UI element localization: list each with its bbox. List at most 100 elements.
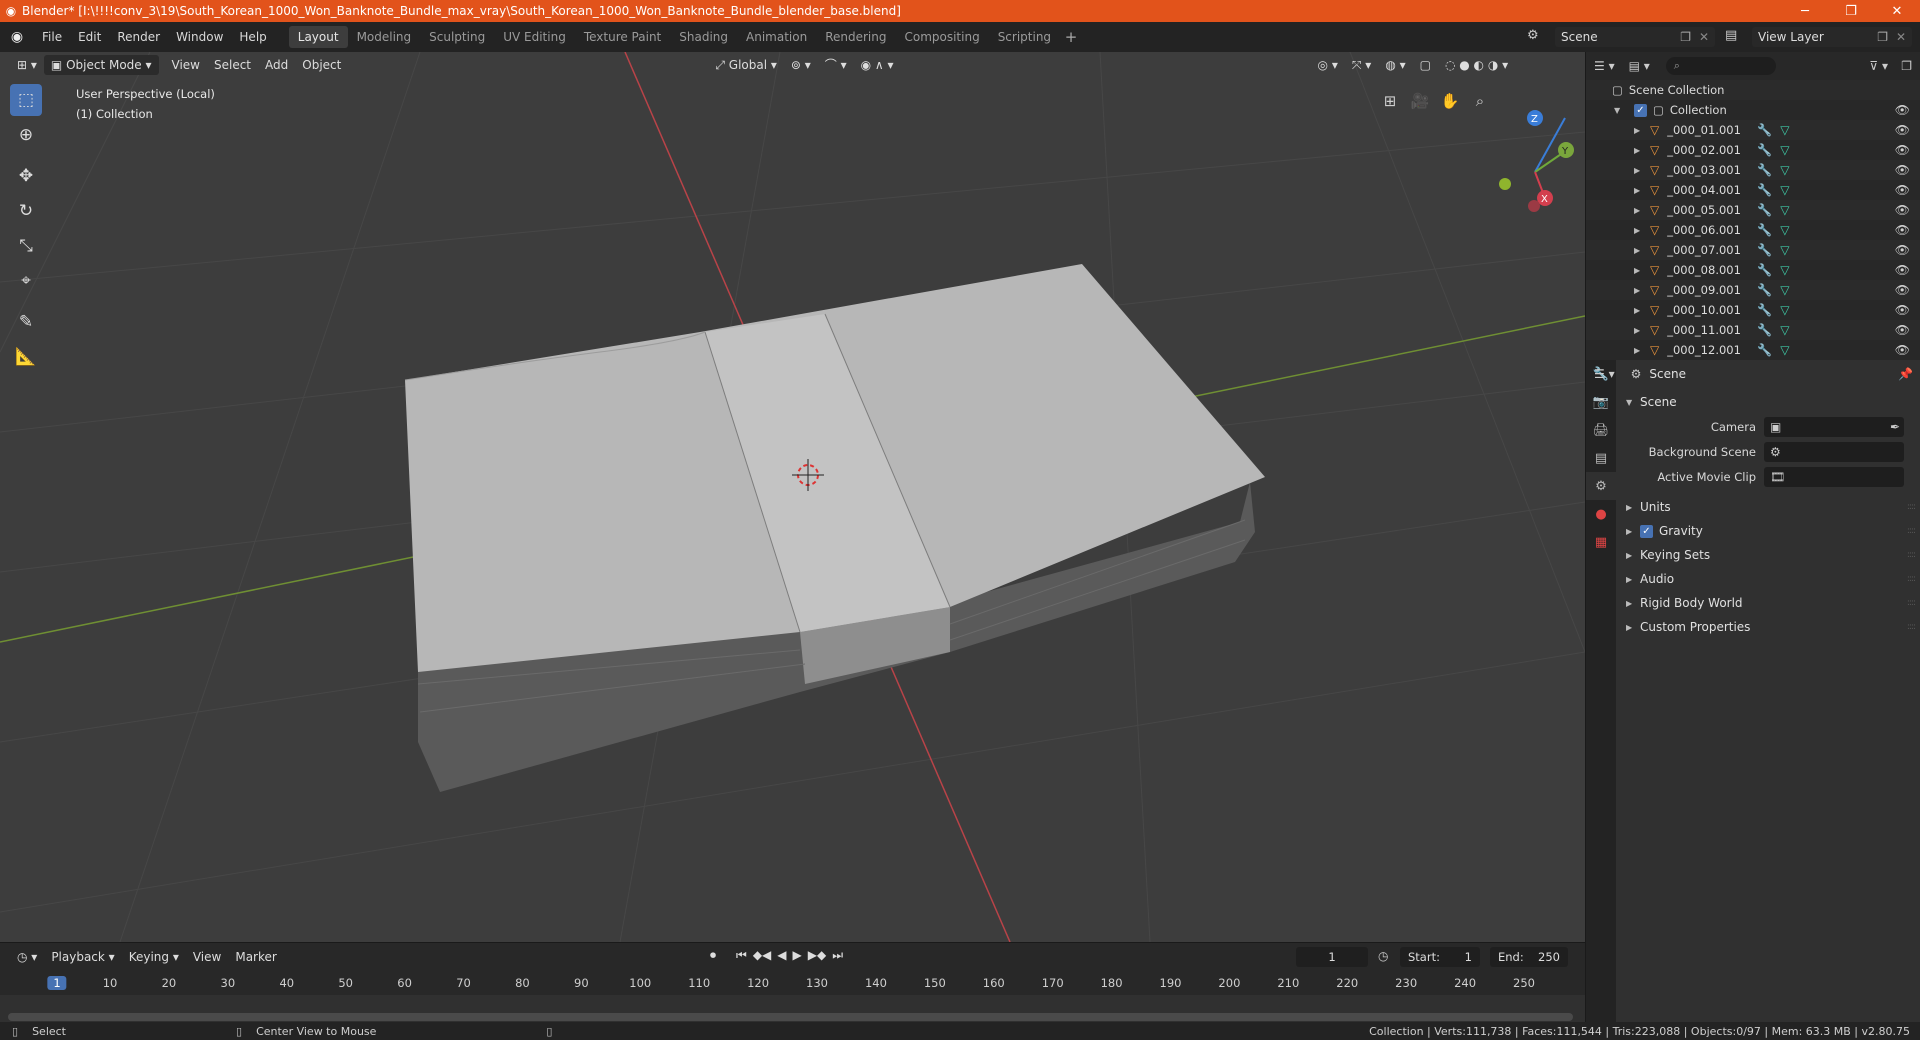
mesh-data-icon[interactable]: ▽ (1780, 163, 1789, 177)
keying-sets-panel-header[interactable]: ▶ Keying Sets:::: (1616, 543, 1920, 567)
scene-collection-row[interactable]: ▢ Scene Collection (1586, 80, 1920, 100)
outliner-object-row[interactable]: ▶ ▽ _000_04.001 🔧 ▽ 👁 (1586, 180, 1920, 200)
modifier-wrench-icon[interactable]: 🔧 (1757, 323, 1772, 337)
menu-window[interactable]: Window (168, 26, 231, 48)
modifier-wrench-icon[interactable]: 🔧 (1757, 343, 1772, 357)
orientation-selector[interactable]: ⤢ Global ▾ (708, 55, 784, 75)
rotate-tool-icon[interactable]: ↻ (10, 195, 42, 227)
play-icon[interactable]: ▶ (793, 948, 802, 963)
eyedropper-icon[interactable]: ✒ (1890, 420, 1900, 434)
remove-view-layer-icon[interactable]: ✕ (1896, 30, 1906, 44)
play-reverse-icon[interactable]: ◀ (777, 948, 786, 963)
current-frame-field[interactable]: 1 (1296, 947, 1368, 967)
outliner-object-row[interactable]: ▶ ▽ _000_02.001 🔧 ▽ 👁 (1586, 140, 1920, 160)
eye-icon[interactable]: 👁 (1895, 303, 1910, 317)
outliner-object-row[interactable]: ▶ ▽ _000_10.001 🔧 ▽ 👁 (1586, 300, 1920, 320)
menu-timeline-view[interactable]: View (186, 947, 228, 967)
mesh-data-icon[interactable]: ▽ (1780, 303, 1789, 317)
eye-icon[interactable]: 👁 (1895, 283, 1910, 297)
collection-checkbox[interactable]: ✓ (1634, 103, 1647, 117)
editor-type-icon[interactable]: ⊞ ▾ (10, 55, 44, 75)
outliner-object-row[interactable]: ▶ ▽ _000_01.001 🔧 ▽ 👁 (1586, 120, 1920, 140)
copy-scene-icon[interactable]: ❐ (1680, 30, 1691, 44)
eye-icon[interactable]: 👁 (1895, 103, 1910, 117)
mesh-data-icon[interactable]: ▽ (1780, 343, 1789, 357)
menu-marker[interactable]: Marker (228, 947, 283, 967)
tab-compositing[interactable]: Compositing (895, 26, 988, 48)
timeline-ruler[interactable]: 1 10 20 30 40 50 60 70 80 90 100 110 120 130 140 150 160… (0, 973, 1585, 995)
pin-icon[interactable]: 📌 (1898, 367, 1913, 381)
modifier-wrench-icon[interactable]: 🔧 (1757, 223, 1772, 237)
mesh-data-icon[interactable]: ▽ (1780, 143, 1789, 157)
outliner-object-row[interactable]: ▶ ▽ _000_05.001 🔧 ▽ 👁 (1586, 200, 1920, 220)
expand-arrow-icon[interactable]: ▶ (1634, 286, 1640, 295)
outliner-object-row[interactable]: ▶ ▽ _000_08.001 🔧 ▽ 👁 (1586, 260, 1920, 280)
outliner-object-row[interactable]: ▶ ▽ _000_11.001 🔧 ▽ 👁 (1586, 320, 1920, 340)
menu-help[interactable]: Help (231, 26, 274, 48)
tab-texture-paint[interactable]: Texture Paint (575, 26, 670, 48)
render-tab-icon[interactable]: 📷 (1586, 388, 1616, 416)
scale-tool-icon[interactable]: ⤡ (10, 230, 42, 262)
transform-tool-icon[interactable]: ⌖ (10, 265, 42, 297)
mesh-data-icon[interactable]: ▽ (1780, 263, 1789, 277)
xray-icon[interactable]: ▢ (1413, 55, 1438, 75)
eye-icon[interactable]: 👁 (1895, 223, 1910, 237)
modifier-wrench-icon[interactable]: 🔧 (1757, 123, 1772, 137)
outliner-object-row[interactable]: ▶ ▽ _000_09.001 🔧 ▽ 👁 (1586, 280, 1920, 300)
display-mode-icon[interactable]: ▤ ▾ (1629, 59, 1650, 73)
snap-icon[interactable]: ⌒ ▾ (818, 55, 854, 75)
copy-view-layer-icon[interactable]: ❐ (1877, 30, 1888, 44)
menu-keying[interactable]: Keying ▾ (122, 947, 186, 967)
move-tool-icon[interactable]: ✥ (10, 160, 42, 192)
menu-render[interactable]: Render (109, 26, 168, 48)
eye-icon[interactable]: 👁 (1895, 183, 1910, 197)
next-keyframe-icon[interactable]: ▶◆ (808, 948, 826, 963)
mesh-data-icon[interactable]: ▽ (1780, 243, 1789, 257)
properties-editor-icon[interactable]: ☰ ▾ (1594, 367, 1615, 381)
audio-panel-header[interactable]: ▶ Audio:::: (1616, 567, 1920, 591)
scene-selector-icon[interactable]: ⚙ (1527, 28, 1539, 43)
modifier-wrench-icon[interactable]: 🔧 (1757, 143, 1772, 157)
eye-icon[interactable]: 👁 (1895, 203, 1910, 217)
outliner-object-row[interactable]: ▶ ▽ _000_12.001 🔧 ▽ 👁 (1586, 340, 1920, 360)
outliner-editor-icon[interactable]: ☰ ▾ (1594, 59, 1615, 73)
mesh-data-icon[interactable]: ▽ (1780, 183, 1789, 197)
expand-arrow-icon[interactable]: ▶ (1634, 306, 1640, 315)
units-panel-header[interactable]: ▶ Units:::: (1616, 495, 1920, 519)
cursor-tool-icon[interactable]: ⊕ (10, 119, 42, 151)
expand-arrow-icon[interactable]: ▶ (1634, 166, 1640, 175)
3d-viewport[interactable]: Z Y X ⊞ ▾ ▣ Object Mode ▾ View Select Ad… (0, 52, 1585, 942)
timeline-scrollbar[interactable] (8, 1013, 1573, 1021)
end-frame-field[interactable]: End: 250 (1490, 947, 1568, 967)
mode-selector[interactable]: ▣ Object Mode ▾ (43, 55, 159, 75)
mesh-data-icon[interactable]: ▽ (1780, 283, 1789, 297)
scene-tab-icon[interactable]: ⚙ (1586, 472, 1616, 500)
menu-object[interactable]: Object (295, 55, 348, 75)
mesh-data-icon[interactable]: ▽ (1780, 203, 1789, 217)
grid-view-icon[interactable]: ⊞ (1375, 88, 1405, 114)
minimize-button[interactable]: ─ (1782, 0, 1828, 22)
blender-menu-icon[interactable]: ◉ (0, 29, 34, 45)
scene-panel-header[interactable]: ▼ Scene (1616, 390, 1920, 414)
mesh-data-icon[interactable]: ▽ (1780, 123, 1789, 137)
view-layer-field[interactable]: View Layer ❐ ✕ (1752, 27, 1912, 47)
menu-file[interactable]: File (34, 26, 70, 48)
tab-shading[interactable]: Shading (670, 26, 737, 48)
maximize-button[interactable]: ❐ (1828, 0, 1874, 22)
expand-arrow-icon[interactable]: ▶ (1634, 146, 1640, 155)
expand-arrow-icon[interactable]: ▼ (1614, 106, 1620, 115)
banknote-bundle-model[interactable] (404, 264, 1265, 792)
expand-arrow-icon[interactable]: ▶ (1634, 126, 1640, 135)
modifier-wrench-icon[interactable]: 🔧 (1757, 183, 1772, 197)
gizmo-toggle-icon[interactable]: ⤧ ▾ (1345, 55, 1378, 75)
output-tab-icon[interactable]: 🖨 (1586, 416, 1616, 444)
proportional-edit-icon[interactable]: ◉ ∧ ▾ (854, 55, 901, 75)
menu-view[interactable]: View (165, 55, 207, 75)
gravity-panel-header[interactable]: ▶ ✓ Gravity:::: (1616, 519, 1920, 543)
filter-icon[interactable]: ⊽ ▾ (1869, 59, 1888, 73)
modifier-wrench-icon[interactable]: 🔧 (1757, 243, 1772, 257)
mesh-data-icon[interactable]: ▽ (1780, 223, 1789, 237)
expand-arrow-icon[interactable]: ▶ (1634, 206, 1640, 215)
eye-icon[interactable]: 👁 (1895, 123, 1910, 137)
outliner-object-row[interactable]: ▶ ▽ _000_03.001 🔧 ▽ 👁 (1586, 160, 1920, 180)
